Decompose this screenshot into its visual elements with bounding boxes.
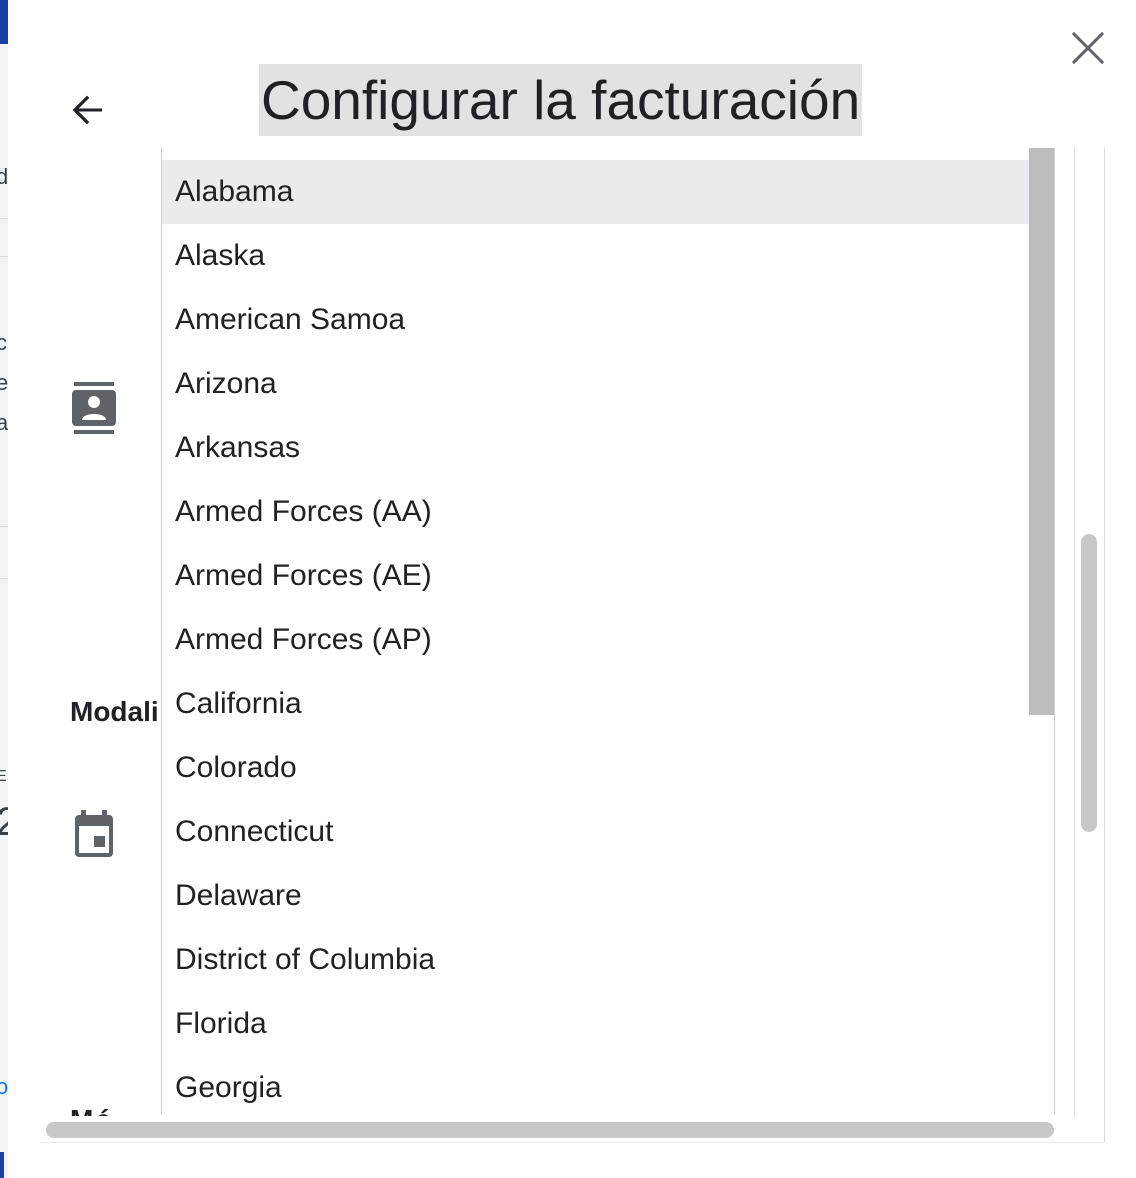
back-button[interactable]	[66, 88, 110, 132]
background-text-fragment: E	[0, 768, 7, 785]
section-label-modalidad: Modali	[70, 696, 159, 727]
section-label-cut: Mé...	[70, 1108, 170, 1116]
state-option-georgia[interactable]: Georgia	[162, 1056, 1054, 1114]
state-option-alaska[interactable]: Alaska	[162, 224, 1054, 288]
background-divider	[0, 578, 8, 579]
content-inner-border	[1074, 148, 1075, 1116]
billing-setup-dialog: Configurar la facturación Modali Alabama…	[8, 0, 1136, 1178]
state-option-arkansas[interactable]: Arkansas	[162, 416, 1054, 480]
contact-card-icon	[70, 382, 118, 434]
background-divider	[0, 218, 8, 219]
state-option-armed-forces-aa[interactable]: Armed Forces (AA)	[162, 480, 1054, 544]
state-option-alabama[interactable]: Alabama	[162, 160, 1054, 224]
background-text-fragment: e	[0, 370, 9, 395]
dialog-horizontal-scrollbar[interactable]	[46, 1122, 1054, 1138]
background-divider	[0, 526, 8, 527]
background-divider	[0, 256, 8, 257]
dropdown-scrollbar-track[interactable]	[1029, 148, 1054, 1114]
state-options: Alabama Alaska American Samoa Arizona Ar…	[162, 148, 1054, 1114]
close-icon	[1071, 31, 1105, 65]
background-accent-bar	[0, 1152, 4, 1178]
background-text-fragment: c	[0, 330, 7, 355]
state-option-american-samoa[interactable]: American Samoa	[162, 288, 1054, 352]
background-text-fragment: a	[0, 410, 9, 435]
arrow-back-icon	[72, 95, 102, 125]
state-option-armed-forces-ae[interactable]: Armed Forces (AE)	[162, 544, 1054, 608]
state-dropdown-list[interactable]: Alabama Alaska American Samoa Arizona Ar…	[161, 148, 1055, 1114]
background-link-fragment: o	[0, 1074, 9, 1099]
calendar-icon	[72, 810, 116, 858]
state-option-connecticut[interactable]: Connecticut	[162, 800, 1054, 864]
state-option-california[interactable]: California	[162, 672, 1054, 736]
background-header-bar	[0, 0, 8, 44]
dialog-vertical-scrollbar[interactable]	[1081, 534, 1097, 832]
state-option-armed-forces-ap[interactable]: Armed Forces (AP)	[162, 608, 1054, 672]
state-option-florida[interactable]: Florida	[162, 992, 1054, 1056]
state-option-arizona[interactable]: Arizona	[162, 352, 1054, 416]
section-label-cut-text: Mé...	[70, 1108, 170, 1116]
dropdown-scrollbar-thumb[interactable]	[1029, 148, 1054, 715]
background-text-fragment: d	[0, 164, 9, 189]
state-option-colorado[interactable]: Colorado	[162, 736, 1054, 800]
close-button[interactable]	[1066, 26, 1110, 70]
dialog-title: Configurar la facturación	[259, 64, 863, 136]
state-option-delaware[interactable]: Delaware	[162, 864, 1054, 928]
background-page: d c e a E 2 o	[0, 0, 18, 1178]
state-option-district-of-columbia[interactable]: District of Columbia	[162, 928, 1054, 992]
page: d c e a E 2 o Configurar la facturación	[0, 0, 1136, 1178]
